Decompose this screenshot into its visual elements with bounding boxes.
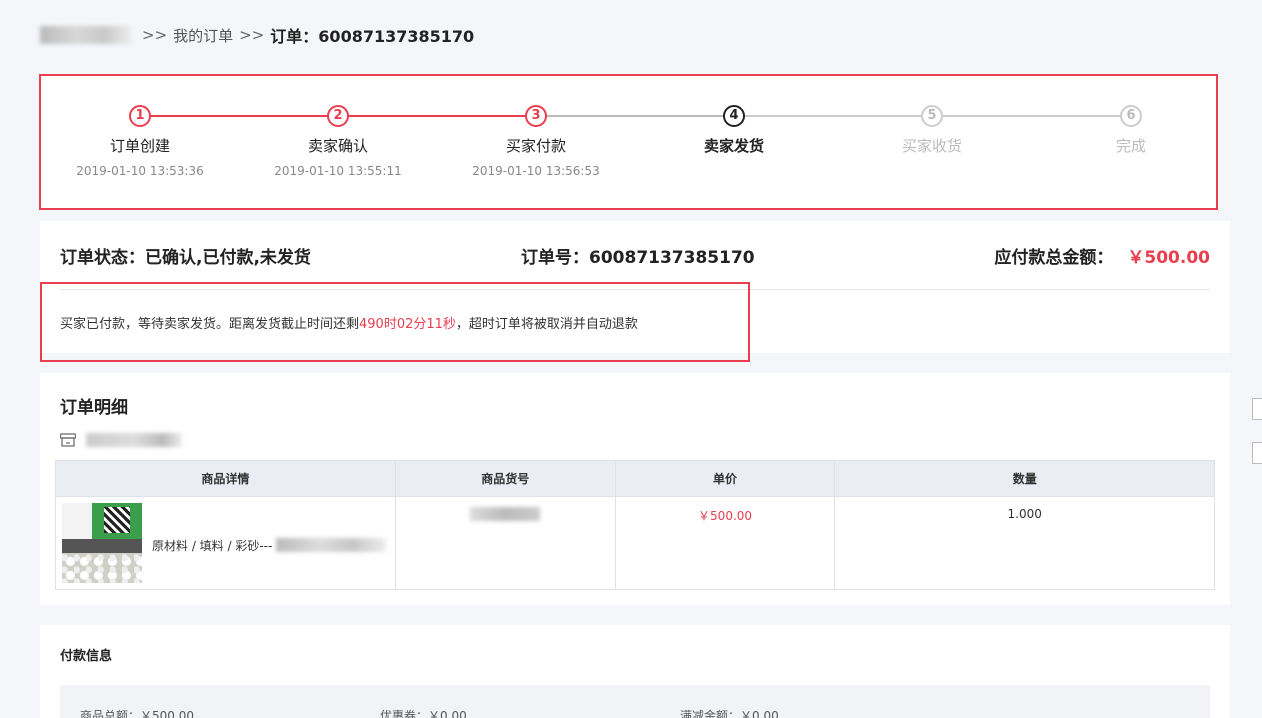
payment-summary: 商品总额：￥500.00 优惠券：￥0.00 满减金额：￥0.00 xyxy=(60,685,1210,718)
total-label: 应付款总金额： xyxy=(994,248,1114,268)
breadcrumb-my-orders[interactable]: 我的订单 xyxy=(173,25,233,46)
step-number: 2 xyxy=(327,105,349,127)
step-label: 卖家发货 xyxy=(703,137,764,155)
store-icon xyxy=(60,433,76,447)
step-number: 5 xyxy=(921,105,943,127)
col-header: 商品货号 xyxy=(394,460,616,497)
order-total: 应付款总金额： ￥500.00 xyxy=(994,243,1210,268)
step-time: 2019-01-10 13:56:53 xyxy=(472,164,600,178)
step-number: 1 xyxy=(129,105,151,127)
step-label: 完成 xyxy=(1115,137,1146,155)
goods-total: 商品总额：￥500.00 xyxy=(80,709,194,718)
step-label: 买家付款 xyxy=(505,137,566,155)
product-thumbnail[interactable] xyxy=(62,503,142,583)
step-number: 3 xyxy=(525,105,547,127)
detail-title: 订单明细 xyxy=(60,398,128,418)
step-seller-confirm: 2 卖家确认 2019-01-10 13:55:11 xyxy=(238,105,438,178)
breadcrumb: >> 我的订单 >> 订单：60087137385170 xyxy=(40,24,474,46)
shop-name-redacted xyxy=(86,433,182,447)
total-amount: ￥500.00 xyxy=(1127,248,1210,268)
step-time: 2019-01-10 13:53:36 xyxy=(76,164,204,178)
step-time: 2019-01-10 13:55:11 xyxy=(274,164,402,178)
step-label: 卖家确认 xyxy=(307,137,368,155)
col-header: 数量 xyxy=(834,460,1215,497)
breadcrumb-sep: >> xyxy=(142,26,168,44)
notice-prefix: 买家已付款，等待卖家发货。距离发货截止时间还剩 xyxy=(60,317,360,332)
order-detail-panel: 订单明细 商品详情 商品货号 单价 数量 原材料 / 填料 / 彩砂--- ￥5… xyxy=(40,373,1230,605)
step-label: 订单创建 xyxy=(109,137,170,155)
step-label: 买家收货 xyxy=(901,137,962,155)
notice-suffix: ，超时订单将被取消并自动退款 xyxy=(455,317,638,332)
col-header: 单价 xyxy=(614,460,836,497)
shop-row[interactable] xyxy=(60,433,182,447)
payment-title: 付款信息 xyxy=(60,649,113,664)
product-name[interactable]: 原材料 / 填料 / 彩砂--- xyxy=(152,507,387,583)
sku-cell xyxy=(394,496,616,590)
col-header: 商品详情 xyxy=(55,460,396,497)
step-buyer-pay: 3 买家付款 2019-01-10 13:56:53 xyxy=(436,105,636,178)
side-tool-icon[interactable] xyxy=(1252,398,1262,420)
countdown-timer: 490时02分11秒 xyxy=(359,317,456,332)
breadcrumb-current: 订单：60087137385170 xyxy=(270,27,475,46)
product-name-text: 原材料 / 填料 / 彩砂--- xyxy=(152,538,273,553)
payment-panel: 付款信息 商品总额：￥500.00 优惠券：￥0.00 满减金额：￥0.00 xyxy=(40,625,1230,718)
discount: 满减金额：￥0.00 xyxy=(680,709,779,718)
product-name-redacted xyxy=(276,538,387,552)
side-feedback-icon[interactable] xyxy=(1252,442,1262,464)
step-seller-ship: 4 卖家发货 xyxy=(634,105,834,156)
step-buyer-receive: 5 买家收货 xyxy=(832,105,1032,156)
step-number: 6 xyxy=(1120,105,1142,127)
order-status-panel: 订单状态：已确认,已付款,未发货 订单号：60087137385170 应付款总… xyxy=(40,221,1230,353)
divider xyxy=(60,289,1210,290)
qr-code-image xyxy=(92,503,142,539)
step-order-created: 1 订单创建 2019-01-10 13:53:36 xyxy=(40,105,240,178)
unit-price: ￥500.00 xyxy=(614,496,836,590)
breadcrumb-redacted xyxy=(40,26,132,44)
shipping-notice: 买家已付款，等待卖家发货。距离发货截止时间还剩490时02分11秒，超时订单将被… xyxy=(60,313,638,332)
sku-redacted xyxy=(470,507,541,521)
product-cell: 原材料 / 填料 / 彩砂--- xyxy=(55,496,396,590)
coupon: 优惠券：￥0.00 xyxy=(380,709,467,718)
order-progress: 1 订单创建 2019-01-10 13:53:36 2 卖家确认 2019-0… xyxy=(40,75,1217,209)
order-status: 订单状态：已确认,已付款,未发货 xyxy=(60,248,311,268)
order-number: 订单号：60087137385170 xyxy=(521,248,755,268)
order-items-table: 商品详情 商品货号 单价 数量 原材料 / 填料 / 彩砂--- ￥500.00… xyxy=(55,460,1215,590)
quantity: 1.000 xyxy=(834,496,1215,590)
step-number: 4 xyxy=(723,105,745,127)
breadcrumb-sep: >> xyxy=(239,26,265,44)
step-complete: 6 完成 xyxy=(1031,105,1231,156)
table-row: 原材料 / 填料 / 彩砂--- ￥500.00 1.000 xyxy=(55,496,1215,590)
